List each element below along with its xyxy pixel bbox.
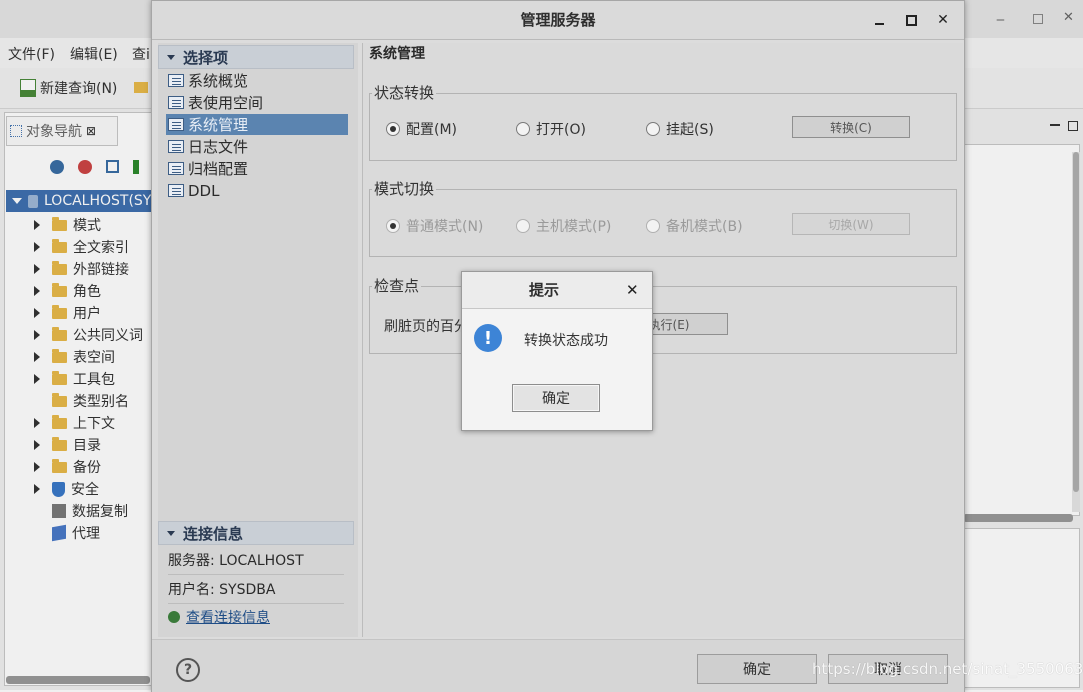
list-icon [168, 184, 184, 197]
option-label: 日志文件 [188, 138, 249, 156]
user-info: 用户名: SYSDBA [168, 575, 344, 604]
prompt-title: 提示 [528, 281, 559, 299]
radio-circle [516, 219, 530, 233]
radio-standby-label: 备机模式(B) [666, 219, 743, 235]
chevron-down-icon [167, 54, 175, 60]
option-label: DDL [188, 181, 220, 200]
radio-suspend-label: 挂起(S) [666, 122, 714, 138]
minimize-icon [874, 22, 884, 25]
prompt-ok-button[interactable]: 确定 [512, 384, 600, 412]
radio-standby-mode[interactable]: 备机模式(B) [646, 216, 743, 236]
server-info: 服务器: LOCALHOST [168, 546, 344, 575]
radio-primary-mode[interactable]: 主机模式(P) [516, 216, 611, 236]
option-item[interactable]: 系统管理 [166, 114, 348, 135]
radio-suspend[interactable]: 挂起(S) [646, 119, 714, 139]
ok-button[interactable]: 确定 [697, 654, 817, 684]
option-label: 系统概览 [188, 72, 249, 90]
chevron-down-icon [167, 530, 175, 536]
dirty-page-label: 刷脏页的百分 [384, 319, 468, 335]
option-item[interactable]: DDL [166, 180, 348, 201]
info-icon: ! [474, 324, 502, 352]
radio-normal-label: 普通模式(N) [406, 219, 484, 235]
option-item[interactable]: 系统概览 [166, 70, 348, 91]
maximize-icon [905, 14, 917, 26]
help-icon: ? [183, 662, 193, 678]
state-group: 状态转换 配置(M) 打开(O) 挂起(S) 转换(C) [369, 82, 957, 161]
close-icon: ✕ [626, 281, 639, 299]
system-management-pane: 系统管理 状态转换 配置(M) 打开(O) 挂起(S) 转换(C) 模式切换 普… [362, 43, 963, 637]
radio-primary-label: 主机模式(P) [536, 219, 612, 235]
close-icon: ✕ [937, 12, 949, 28]
radio-circle [386, 219, 400, 233]
dialog-close-button[interactable]: ✕ [932, 9, 954, 31]
radio-open[interactable]: 打开(O) [516, 119, 586, 139]
prompt-message: 转换状态成功 [524, 333, 608, 349]
prompt-close-button[interactable]: ✕ [626, 281, 639, 299]
user-label: 用户名: SYSDBA [168, 582, 276, 598]
option-label: 表使用空间 [188, 94, 264, 112]
option-label: 系统管理 [188, 116, 249, 134]
connection-header-label: 连接信息 [183, 524, 244, 543]
convert-button[interactable]: 转换(C) [792, 116, 910, 138]
option-item[interactable]: 日志文件 [166, 136, 348, 157]
radio-circle [516, 122, 530, 136]
radio-circle [646, 219, 660, 233]
list-icon [168, 118, 184, 131]
help-button[interactable]: ? [176, 658, 200, 682]
mode-group-title: 模式切换 [372, 178, 437, 199]
checkpoint-group: 检查点 刷脏页的百分 执行(E) [369, 275, 957, 354]
switch-button[interactable]: 切换(W) [792, 213, 910, 235]
prompt-dialog: 提示 ✕ ! 转换状态成功 确定 [461, 271, 653, 431]
dialog-maximize-button[interactable] [900, 9, 922, 31]
option-label: 归档配置 [188, 160, 249, 178]
section-title: 系统管理 [369, 46, 425, 62]
list-icon [168, 96, 184, 109]
view-connection-row: 查看连接信息 [168, 607, 270, 627]
watermark: https://blog.csdn.net/sinat_35500637 [812, 660, 1083, 678]
radio-open-label: 打开(O) [536, 122, 586, 138]
server-label: 服务器: LOCALHOST [168, 553, 304, 569]
radio-circle [646, 122, 660, 136]
options-header-label: 选择项 [183, 48, 229, 67]
radio-normal-mode[interactable]: 普通模式(N) [386, 216, 483, 236]
option-item[interactable]: 表使用空间 [166, 92, 348, 113]
mode-group: 模式切换 普通模式(N) 主机模式(P) 备机模式(B) 切换(W) [369, 178, 957, 257]
left-pane: 选择项 系统概览表使用空间系统管理日志文件归档配置 DDL 连接信息 服务器: L… [158, 43, 358, 637]
state-group-title: 状态转换 [372, 82, 437, 103]
list-icon [168, 162, 184, 175]
option-item[interactable]: 归档配置 [166, 158, 348, 179]
options-header[interactable]: 选择项 [158, 45, 354, 69]
connection-icon [168, 611, 180, 623]
radio-config[interactable]: 配置(M) [386, 119, 457, 139]
checkpoint-group-title: 检查点 [372, 275, 422, 296]
connection-header[interactable]: 连接信息 [158, 521, 354, 545]
view-connection-link[interactable]: 查看连接信息 [186, 607, 270, 627]
list-icon [168, 140, 184, 153]
radio-circle [386, 122, 400, 136]
radio-config-label: 配置(M) [406, 122, 458, 138]
list-icon [168, 74, 184, 87]
dialog-minimize-button[interactable] [868, 9, 890, 31]
dialog-title: 管理服务器 [520, 11, 596, 29]
